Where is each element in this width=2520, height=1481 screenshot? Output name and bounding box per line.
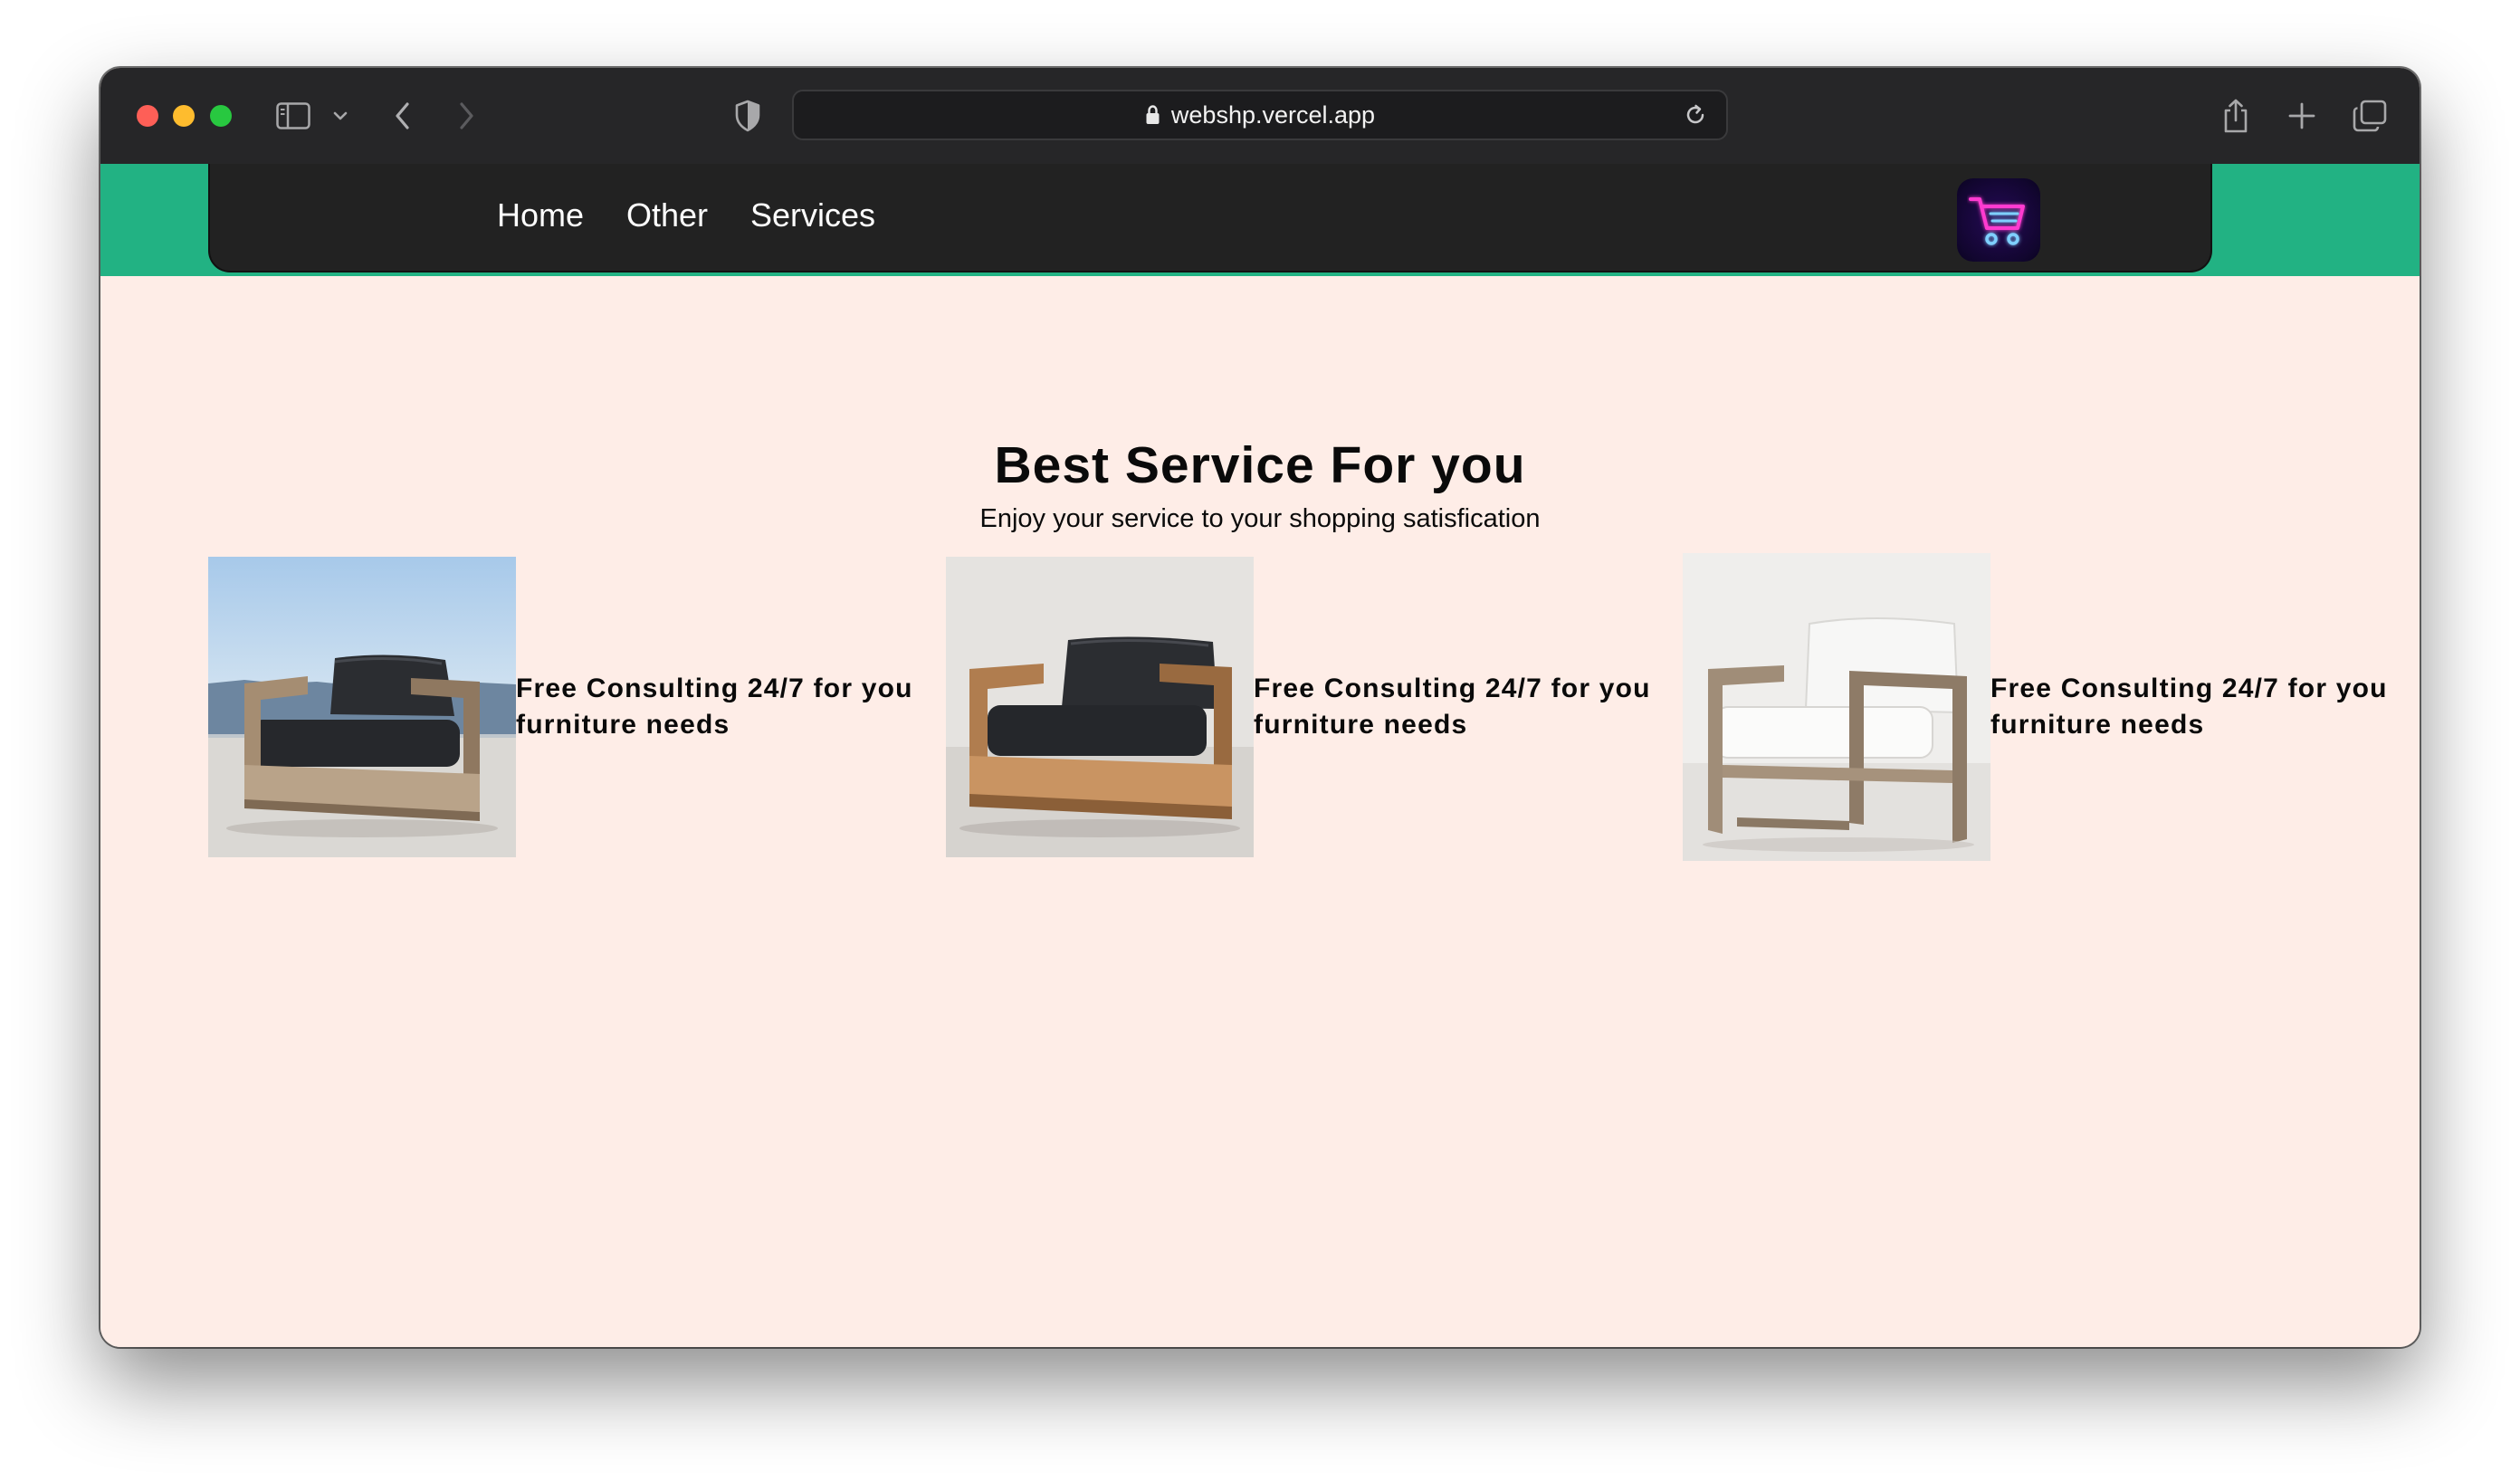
nav-link-other[interactable]: Other — [626, 196, 708, 234]
page-subtitle: Enjoy your service to your shopping sati… — [979, 504, 1541, 533]
address-bar[interactable]: webshp.vercel.app — [792, 90, 1728, 140]
service-description: Free Consulting 24/7 for you furniture n… — [516, 674, 913, 740]
close-window-button[interactable] — [137, 105, 158, 127]
screenshot-stage: webshp.vercel.app Home Other Services Be… — [0, 0, 2520, 1481]
chevron-down-icon[interactable] — [332, 97, 348, 135]
new-tab-icon[interactable] — [2287, 97, 2316, 135]
lounge-chair-image — [946, 557, 1254, 857]
privacy-shield-icon[interactable] — [734, 97, 761, 135]
browser-window: webshp.vercel.app Home Other Services Be… — [100, 68, 2420, 1347]
service-card: Free Consulting 24/7 for you furniture n… — [1683, 553, 2389, 861]
navigation-bar: Home Other Services — [208, 164, 2212, 272]
armchair-image — [1683, 553, 1990, 861]
zoom-window-button[interactable] — [210, 105, 232, 127]
nav-link-home[interactable]: Home — [497, 196, 584, 234]
sidebar-icon[interactable] — [276, 97, 310, 135]
reload-icon[interactable] — [1683, 102, 1708, 132]
back-icon[interactable] — [392, 97, 414, 135]
share-icon[interactable] — [2221, 97, 2250, 135]
nav-link-services[interactable]: Services — [750, 196, 875, 234]
service-description: Free Consulting 24/7 for you furniture n… — [1254, 674, 1651, 740]
service-card: Free Consulting 24/7 for you furniture n… — [946, 557, 1652, 857]
page-title: Best Service For you — [994, 436, 1526, 494]
address-content: webshp.vercel.app — [794, 91, 1726, 139]
service-card: Free Consulting 24/7 for you furniture n… — [208, 557, 914, 857]
lock-icon — [1146, 105, 1160, 124]
lounge-chair-image — [208, 557, 516, 857]
forward-icon[interactable] — [455, 97, 477, 135]
cart-button[interactable] — [1957, 178, 2040, 262]
shopping-cart-icon — [1969, 197, 2025, 245]
service-description: Free Consulting 24/7 for you furniture n… — [1990, 674, 2388, 740]
tab-overview-icon[interactable] — [2353, 97, 2387, 135]
minimize-window-button[interactable] — [173, 105, 195, 127]
address-url: webshp.vercel.app — [1170, 100, 1376, 129]
browser-toolbar: webshp.vercel.app — [100, 68, 2420, 164]
web-page: Home Other Services Best Service For you… — [100, 164, 2420, 1347]
